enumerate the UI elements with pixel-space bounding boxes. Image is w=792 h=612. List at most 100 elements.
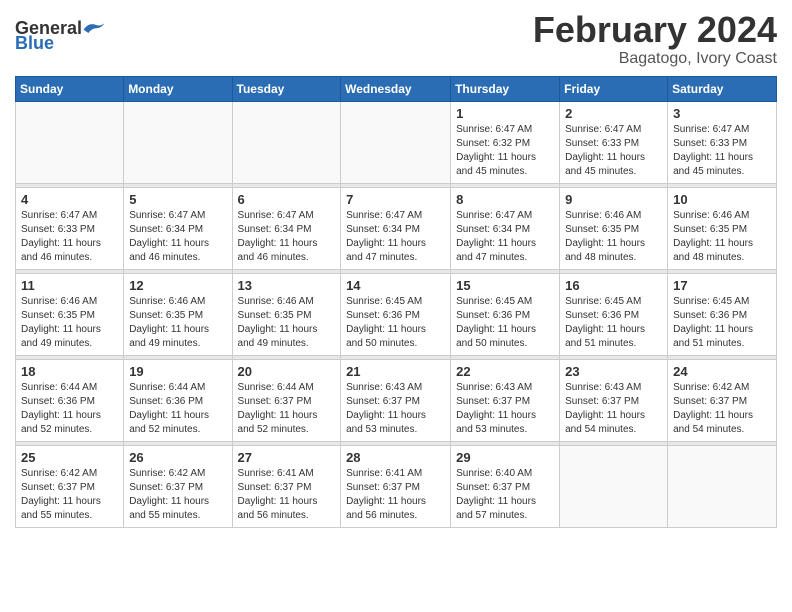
calendar-cell: 11 Sunrise: 6:46 AM Sunset: 6:35 PM Dayli… bbox=[16, 273, 124, 355]
calendar-cell: 10 Sunrise: 6:46 AM Sunset: 6:35 PM Dayli… bbox=[668, 187, 777, 269]
cell-info: Sunrise: 6:46 AM Sunset: 6:35 PM Dayligh… bbox=[21, 295, 118, 351]
cell-day-number: 16 bbox=[565, 278, 662, 293]
cell-day-number: 29 bbox=[456, 450, 554, 465]
cell-info: Sunrise: 6:44 AM Sunset: 6:37 PM Dayligh… bbox=[238, 381, 336, 437]
calendar-week-2: 4Sunrise: 6:47 AM Sunset: 6:33 PM Daylig… bbox=[16, 187, 777, 269]
calendar-cell: 27 Sunrise: 6:41 AM Sunset: 6:37 PM Dayli… bbox=[232, 445, 341, 527]
cell-info: Sunrise: 6:47 AM Sunset: 6:34 PM Dayligh… bbox=[238, 209, 336, 265]
calendar-cell: 29Sunrise: 6:40 AM Sunset: 6:37 PM Dayli… bbox=[451, 445, 560, 527]
cell-info: Sunrise: 6:47 AM Sunset: 6:34 PM Dayligh… bbox=[346, 209, 445, 265]
cell-info: Sunrise: 6:44 AM Sunset: 6:36 PM Dayligh… bbox=[21, 381, 118, 437]
calendar-cell: 24 Sunrise: 6:42 AM Sunset: 6:37 PM Dayli… bbox=[668, 359, 777, 441]
calendar-cell: 16 Sunrise: 6:45 AM Sunset: 6:36 PM Dayli… bbox=[560, 273, 668, 355]
logo-blue: Blue bbox=[15, 33, 54, 54]
calendar-cell: 4Sunrise: 6:47 AM Sunset: 6:33 PM Daylig… bbox=[16, 187, 124, 269]
calendar-cell: 8 Sunrise: 6:47 AM Sunset: 6:34 PM Daylig… bbox=[451, 187, 560, 269]
calendar-week-1: 1Sunrise: 6:47 AM Sunset: 6:32 PM Daylig… bbox=[16, 101, 777, 183]
cell-day-number: 9 bbox=[565, 192, 662, 207]
cell-info: Sunrise: 6:43 AM Sunset: 6:37 PM Dayligh… bbox=[346, 381, 445, 437]
cell-day-number: 24 bbox=[673, 364, 771, 379]
cell-info: Sunrise: 6:47 AM Sunset: 6:34 PM Dayligh… bbox=[456, 209, 554, 265]
calendar-cell: 9 Sunrise: 6:46 AM Sunset: 6:35 PM Daylig… bbox=[560, 187, 668, 269]
cell-info: Sunrise: 6:42 AM Sunset: 6:37 PM Dayligh… bbox=[129, 467, 226, 523]
cell-day-number: 22 bbox=[456, 364, 554, 379]
calendar-cell: 19 Sunrise: 6:44 AM Sunset: 6:36 PM Dayli… bbox=[124, 359, 232, 441]
cell-day-number: 4 bbox=[21, 192, 118, 207]
cell-info: Sunrise: 6:46 AM Sunset: 6:35 PM Dayligh… bbox=[565, 209, 662, 265]
cell-info: Sunrise: 6:47 AM Sunset: 6:34 PM Dayligh… bbox=[129, 209, 226, 265]
cell-info: Sunrise: 6:45 AM Sunset: 6:36 PM Dayligh… bbox=[456, 295, 554, 351]
calendar-cell: 17 Sunrise: 6:45 AM Sunset: 6:36 PM Dayli… bbox=[668, 273, 777, 355]
cell-day-number: 7 bbox=[346, 192, 445, 207]
header-thursday: Thursday bbox=[451, 76, 560, 101]
calendar-cell: 2 Sunrise: 6:47 AM Sunset: 6:33 PM Daylig… bbox=[560, 101, 668, 183]
cell-day-number: 1 bbox=[456, 106, 554, 121]
calendar-cell: 12 Sunrise: 6:46 AM Sunset: 6:35 PM Dayli… bbox=[124, 273, 232, 355]
calendar-cell: 21 Sunrise: 6:43 AM Sunset: 6:37 PM Dayli… bbox=[341, 359, 451, 441]
cell-info: Sunrise: 6:44 AM Sunset: 6:36 PM Dayligh… bbox=[129, 381, 226, 437]
cell-day-number: 28 bbox=[346, 450, 445, 465]
cell-day-number: 25 bbox=[21, 450, 118, 465]
cell-day-number: 3 bbox=[673, 106, 771, 121]
calendar-cell bbox=[560, 445, 668, 527]
page-header: General Blue February 2024 Bagatogo, Ivo… bbox=[15, 10, 777, 68]
calendar-cell bbox=[16, 101, 124, 183]
cell-info: Sunrise: 6:45 AM Sunset: 6:36 PM Dayligh… bbox=[346, 295, 445, 351]
calendar-cell: 18Sunrise: 6:44 AM Sunset: 6:36 PM Dayli… bbox=[16, 359, 124, 441]
cell-info: Sunrise: 6:43 AM Sunset: 6:37 PM Dayligh… bbox=[565, 381, 662, 437]
calendar-cell: 26 Sunrise: 6:42 AM Sunset: 6:37 PM Dayli… bbox=[124, 445, 232, 527]
calendar-cell bbox=[232, 101, 341, 183]
cell-day-number: 26 bbox=[129, 450, 226, 465]
header-wednesday: Wednesday bbox=[341, 76, 451, 101]
calendar-cell: 23 Sunrise: 6:43 AM Sunset: 6:37 PM Dayli… bbox=[560, 359, 668, 441]
cell-info: Sunrise: 6:42 AM Sunset: 6:37 PM Dayligh… bbox=[21, 467, 118, 523]
header-tuesday: Tuesday bbox=[232, 76, 341, 101]
calendar-cell: 5Sunrise: 6:47 AM Sunset: 6:34 PM Daylig… bbox=[124, 187, 232, 269]
cell-info: Sunrise: 6:41 AM Sunset: 6:37 PM Dayligh… bbox=[238, 467, 336, 523]
cell-day-number: 10 bbox=[673, 192, 771, 207]
month-title: February 2024 bbox=[533, 10, 777, 50]
cell-info: Sunrise: 6:46 AM Sunset: 6:35 PM Dayligh… bbox=[129, 295, 226, 351]
cell-day-number: 12 bbox=[129, 278, 226, 293]
calendar-body: 1Sunrise: 6:47 AM Sunset: 6:32 PM Daylig… bbox=[16, 101, 777, 527]
cell-info: Sunrise: 6:42 AM Sunset: 6:37 PM Dayligh… bbox=[673, 381, 771, 437]
calendar-cell: 14 Sunrise: 6:45 AM Sunset: 6:36 PM Dayli… bbox=[341, 273, 451, 355]
cell-day-number: 20 bbox=[238, 364, 336, 379]
calendar-cell: 28 Sunrise: 6:41 AM Sunset: 6:37 PM Dayli… bbox=[341, 445, 451, 527]
cell-day-number: 8 bbox=[456, 192, 554, 207]
cell-info: Sunrise: 6:43 AM Sunset: 6:37 PM Dayligh… bbox=[456, 381, 554, 437]
calendar-cell: 6Sunrise: 6:47 AM Sunset: 6:34 PM Daylig… bbox=[232, 187, 341, 269]
cell-day-number: 23 bbox=[565, 364, 662, 379]
cell-info: Sunrise: 6:46 AM Sunset: 6:35 PM Dayligh… bbox=[673, 209, 771, 265]
logo: General Blue bbox=[15, 18, 106, 54]
title-area: February 2024 Bagatogo, Ivory Coast bbox=[533, 10, 777, 68]
cell-day-number: 21 bbox=[346, 364, 445, 379]
cell-info: Sunrise: 6:47 AM Sunset: 6:33 PM Dayligh… bbox=[673, 123, 771, 179]
calendar-table: SundayMondayTuesdayWednesdayThursdayFrid… bbox=[15, 76, 777, 528]
calendar-cell bbox=[124, 101, 232, 183]
cell-day-number: 11 bbox=[21, 278, 118, 293]
header-monday: Monday bbox=[124, 76, 232, 101]
cell-info: Sunrise: 6:47 AM Sunset: 6:33 PM Dayligh… bbox=[565, 123, 662, 179]
cell-day-number: 17 bbox=[673, 278, 771, 293]
header-sunday: Sunday bbox=[16, 76, 124, 101]
calendar-cell: 3 Sunrise: 6:47 AM Sunset: 6:33 PM Daylig… bbox=[668, 101, 777, 183]
cell-day-number: 14 bbox=[346, 278, 445, 293]
calendar-cell: 13 Sunrise: 6:46 AM Sunset: 6:35 PM Dayli… bbox=[232, 273, 341, 355]
cell-day-number: 19 bbox=[129, 364, 226, 379]
cell-info: Sunrise: 6:41 AM Sunset: 6:37 PM Dayligh… bbox=[346, 467, 445, 523]
cell-day-number: 13 bbox=[238, 278, 336, 293]
calendar-cell: 22 Sunrise: 6:43 AM Sunset: 6:37 PM Dayli… bbox=[451, 359, 560, 441]
calendar-cell: 7 Sunrise: 6:47 AM Sunset: 6:34 PM Daylig… bbox=[341, 187, 451, 269]
location-subtitle: Bagatogo, Ivory Coast bbox=[533, 50, 777, 68]
cell-info: Sunrise: 6:46 AM Sunset: 6:35 PM Dayligh… bbox=[238, 295, 336, 351]
logo-bird-icon bbox=[82, 19, 106, 39]
cell-day-number: 27 bbox=[238, 450, 336, 465]
calendar-cell bbox=[668, 445, 777, 527]
cell-info: Sunrise: 6:45 AM Sunset: 6:36 PM Dayligh… bbox=[565, 295, 662, 351]
calendar-cell: 15Sunrise: 6:45 AM Sunset: 6:36 PM Dayli… bbox=[451, 273, 560, 355]
cell-day-number: 2 bbox=[565, 106, 662, 121]
calendar-week-4: 18Sunrise: 6:44 AM Sunset: 6:36 PM Dayli… bbox=[16, 359, 777, 441]
cell-info: Sunrise: 6:45 AM Sunset: 6:36 PM Dayligh… bbox=[673, 295, 771, 351]
header-saturday: Saturday bbox=[668, 76, 777, 101]
